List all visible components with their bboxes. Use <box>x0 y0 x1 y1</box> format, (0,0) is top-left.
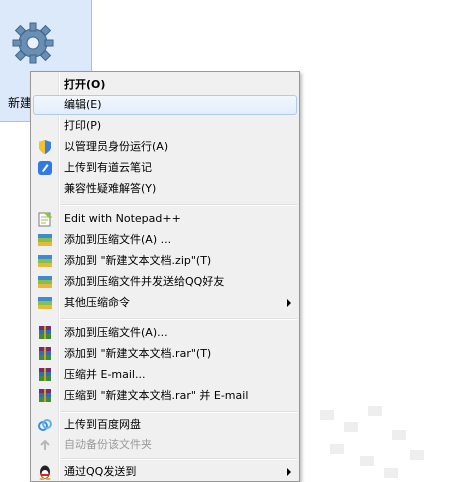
menu-separator <box>61 204 297 206</box>
menu-item-label: 打开(O) <box>64 78 106 91</box>
menu-item-edit[interactable]: 编辑(E) <box>33 95 297 115</box>
menu-separator <box>61 318 297 320</box>
menu-item-label: 其他压缩命令 <box>64 296 130 309</box>
qq-penguin-icon <box>39 465 51 480</box>
menu-item-label: 压缩并 E-mail... <box>64 368 146 381</box>
menu-item-label: Edit with Notepad++ <box>64 212 181 225</box>
backup-icon <box>40 439 50 450</box>
watermark-pattern <box>320 406 424 478</box>
menu-item-open[interactable]: 打开(O) <box>33 75 297 95</box>
menu-item-label: 添加到压缩文件(A) ... <box>64 233 172 246</box>
menu-item-label: 以管理员身份运行(A) <box>64 140 169 153</box>
menu-item-label: 打印(P) <box>64 119 102 132</box>
menu-item-label: 添加到 "新建文本文档.zip"(T) <box>64 254 212 267</box>
notepadpp-icon <box>38 212 52 227</box>
archive-icon <box>38 276 52 288</box>
menu-item-label: 兼容性疑难解答(Y) <box>64 182 157 195</box>
menu-separator <box>61 458 297 460</box>
archive-icon <box>38 297 52 309</box>
menu-item-add-to-rar[interactable]: 添加到 "新建文本文档.rar"(T) <box>33 344 297 364</box>
desktop-file-label: 新建 <box>8 96 33 110</box>
menu-item-compat-troubleshoot[interactable]: 兼容性疑难解答(Y) <box>33 179 297 199</box>
menu-item-archive-send-qq[interactable]: 添加到压缩文件并发送给QQ好友 <box>33 272 297 292</box>
menu-item-label: 上传到有道云笔记 <box>64 161 152 174</box>
menu-item-youdao-note[interactable]: 上传到有道云笔记 <box>33 158 297 178</box>
baidu-netdisk-icon <box>38 419 52 431</box>
menu-item-print[interactable]: 打印(P) <box>33 116 297 136</box>
youdao-note-icon <box>38 161 52 175</box>
menu-item-label: 上传到百度网盘 <box>64 418 141 431</box>
menu-item-auto-backup[interactable]: 自动备份该文件夹 <box>33 435 297 455</box>
menu-item-compress-email[interactable]: 压缩并 E-mail... <box>33 365 297 385</box>
menu-item-other-compress[interactable]: 其他压缩命令 <box>33 293 297 313</box>
menu-item-send-via-qq[interactable]: 通过QQ发送到 <box>33 462 297 482</box>
menu-item-run-as-admin[interactable]: 以管理员身份运行(A) <box>33 137 297 157</box>
menu-item-notepadpp[interactable]: Edit with Notepad++ <box>33 209 297 229</box>
menu-item-label: 压缩到 "新建文本文档.rar" 并 E-mail <box>64 389 249 402</box>
menu-item-label: 添加到 "新建文本文档.rar"(T) <box>64 347 212 360</box>
menu-item-label: 添加到压缩文件并发送给QQ好友 <box>64 275 225 288</box>
menu-item-compress-rar-email[interactable]: 压缩到 "新建文本文档.rar" 并 E-mail <box>33 386 297 406</box>
submenu-arrow-icon <box>287 468 291 476</box>
winrar-icon <box>39 389 51 402</box>
context-menu: 打开(O) 编辑(E) 打印(P) 以管理员身份运行(A) 上传到有道云笔记 兼… <box>30 71 300 482</box>
menu-item-label: 自动备份该文件夹 <box>64 438 152 451</box>
menu-separator <box>61 411 297 413</box>
winrar-icon <box>39 326 51 339</box>
winrar-icon <box>39 347 51 360</box>
menu-item-label: 编辑(E) <box>64 98 102 111</box>
menu-item-label: 通过QQ发送到 <box>64 465 137 478</box>
gear-icon <box>12 22 54 64</box>
submenu-arrow-icon <box>287 299 291 307</box>
winrar-icon <box>39 368 51 381</box>
menu-item-add-to-zip[interactable]: 添加到 "新建文本文档.zip"(T) <box>33 251 297 271</box>
archive-icon <box>38 234 52 246</box>
menu-item-baidu-upload[interactable]: 上传到百度网盘 <box>33 415 297 435</box>
menu-item-add-to-archive[interactable]: 添加到压缩文件(A) ... <box>33 230 297 250</box>
menu-item-rar-add-archive[interactable]: 添加到压缩文件(A)... <box>33 323 297 343</box>
shield-icon <box>39 140 51 154</box>
menu-item-label: 添加到压缩文件(A)... <box>64 326 168 339</box>
archive-icon <box>38 255 52 267</box>
